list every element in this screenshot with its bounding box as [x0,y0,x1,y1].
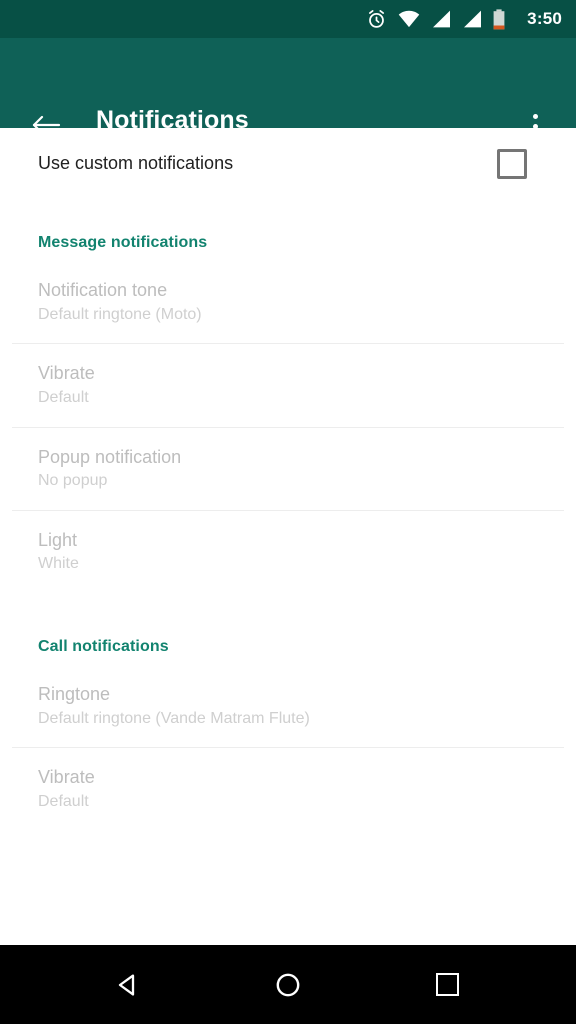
nav-back-button[interactable] [100,957,156,1013]
pref-summary: No popup [38,472,108,490]
status-bar-icons: 3:50 [366,8,562,30]
settings-list[interactable]: Use custom notifications Message notific… [0,128,576,945]
pref-summary: White [38,555,79,573]
battery-icon [493,8,505,29]
app-toolbar: Notifications [0,38,576,139]
pref-title: Ringtone [38,684,111,705]
triangle-back-icon [118,973,135,996]
system-navigation-bar [0,945,576,1024]
status-bar-clock: 3:50 [527,9,562,28]
pref-summary: Default ringtone (Vande Matram Flute) [38,709,310,727]
use-custom-notifications-row[interactable]: Use custom notifications [0,128,576,200]
square-recents-icon [435,973,459,996]
nav-home-button[interactable] [260,957,316,1013]
pref-summary: Default ringtone (Moto) [38,305,202,323]
use-custom-notifications-checkbox[interactable] [497,149,527,179]
pref-row-notification-tone[interactable]: Notification tone Default ringtone (Moto… [0,261,576,343]
use-custom-notifications-label: Use custom notifications [38,153,234,174]
overflow-dot [532,113,538,119]
alarm-icon [369,9,385,28]
pref-title: Vibrate [38,363,95,384]
pref-row-popup-notification[interactable]: Popup notification No popup [0,428,576,510]
section-header-call-notifications: Call notifications [38,638,169,656]
pref-row-light[interactable]: Light White [0,511,576,593]
wifi-icon [398,10,420,28]
circle-home-icon [276,973,300,996]
pref-title: Popup notification [38,446,182,467]
pref-summary: Default [38,792,89,810]
pref-title: Light [38,529,78,550]
pref-summary: Default [38,388,89,406]
section-header-message-notifications: Message notifications [38,234,208,251]
pref-row-message-vibrate[interactable]: Vibrate Default [0,344,576,426]
nav-recents-button[interactable] [419,957,475,1013]
app-screen: 3:50 Notifications Use custom notificati… [0,0,576,1024]
pref-title: Vibrate [38,767,95,788]
pref-row-ringtone[interactable]: Ringtone Default ringtone (Vande Matram … [0,665,576,747]
pref-row-call-vibrate[interactable]: Vibrate Default [0,748,576,830]
status-bar: 3:50 [0,0,576,38]
pref-title: Notification tone [38,280,168,300]
signal-sim2-icon [464,10,482,28]
signal-sim1-icon [433,10,451,28]
